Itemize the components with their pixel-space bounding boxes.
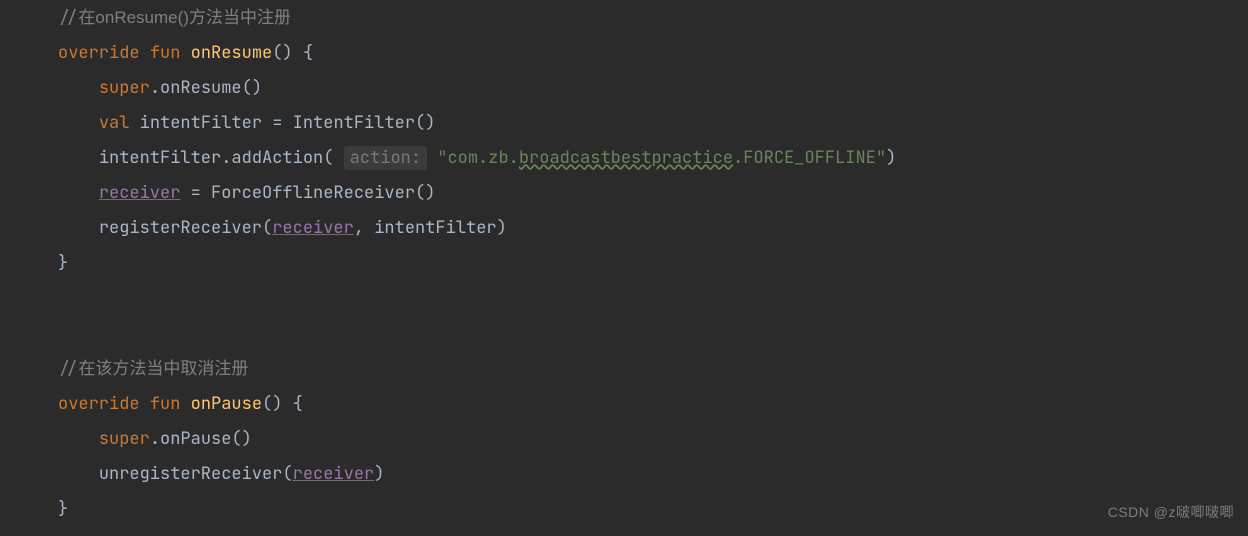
keyword-fun: fun xyxy=(150,393,181,415)
var-intentfilter: intentFilter xyxy=(99,147,221,169)
field-receiver: receiver xyxy=(99,182,181,204)
keyword-val: val xyxy=(99,112,130,134)
call-unregisterreceiver: unregisterReceiver xyxy=(99,463,283,485)
function-onpause: onPause xyxy=(191,393,262,415)
comment-line: //在onResume()方法当中注册 xyxy=(58,7,291,29)
keyword-fun: fun xyxy=(150,42,181,64)
call-onresume: onResume xyxy=(160,77,242,99)
keyword-override: override xyxy=(58,42,140,64)
keyword-override: override xyxy=(58,393,140,415)
ctor-intentfilter: IntentFilter xyxy=(293,112,415,134)
keyword-super: super xyxy=(99,428,150,450)
var-intentfilter: intentFilter xyxy=(374,217,496,239)
function-onresume: onResume xyxy=(191,42,273,64)
code-block: //在onResume()方法当中注册 override fun onResum… xyxy=(0,0,1248,527)
field-receiver: receiver xyxy=(272,217,354,239)
keyword-super: super xyxy=(99,77,150,99)
var-intentfilter: intentFilter xyxy=(140,112,262,134)
watermark: CSDN @z啵唧啵唧 xyxy=(1108,495,1234,530)
call-registerreceiver: registerReceiver xyxy=(99,217,262,239)
field-receiver: receiver xyxy=(293,463,375,485)
param-hint-action: action: xyxy=(344,146,427,170)
call-onpause: onPause xyxy=(160,428,231,450)
string-literal: "com.zb.broadcastbestpractice.FORCE_OFFL… xyxy=(437,147,886,169)
call-addaction: addAction xyxy=(231,147,323,169)
ctor-forceofflinereceiver: ForceOfflineReceiver xyxy=(211,182,415,204)
comment-line: //在该方法当中取消注册 xyxy=(58,358,248,380)
